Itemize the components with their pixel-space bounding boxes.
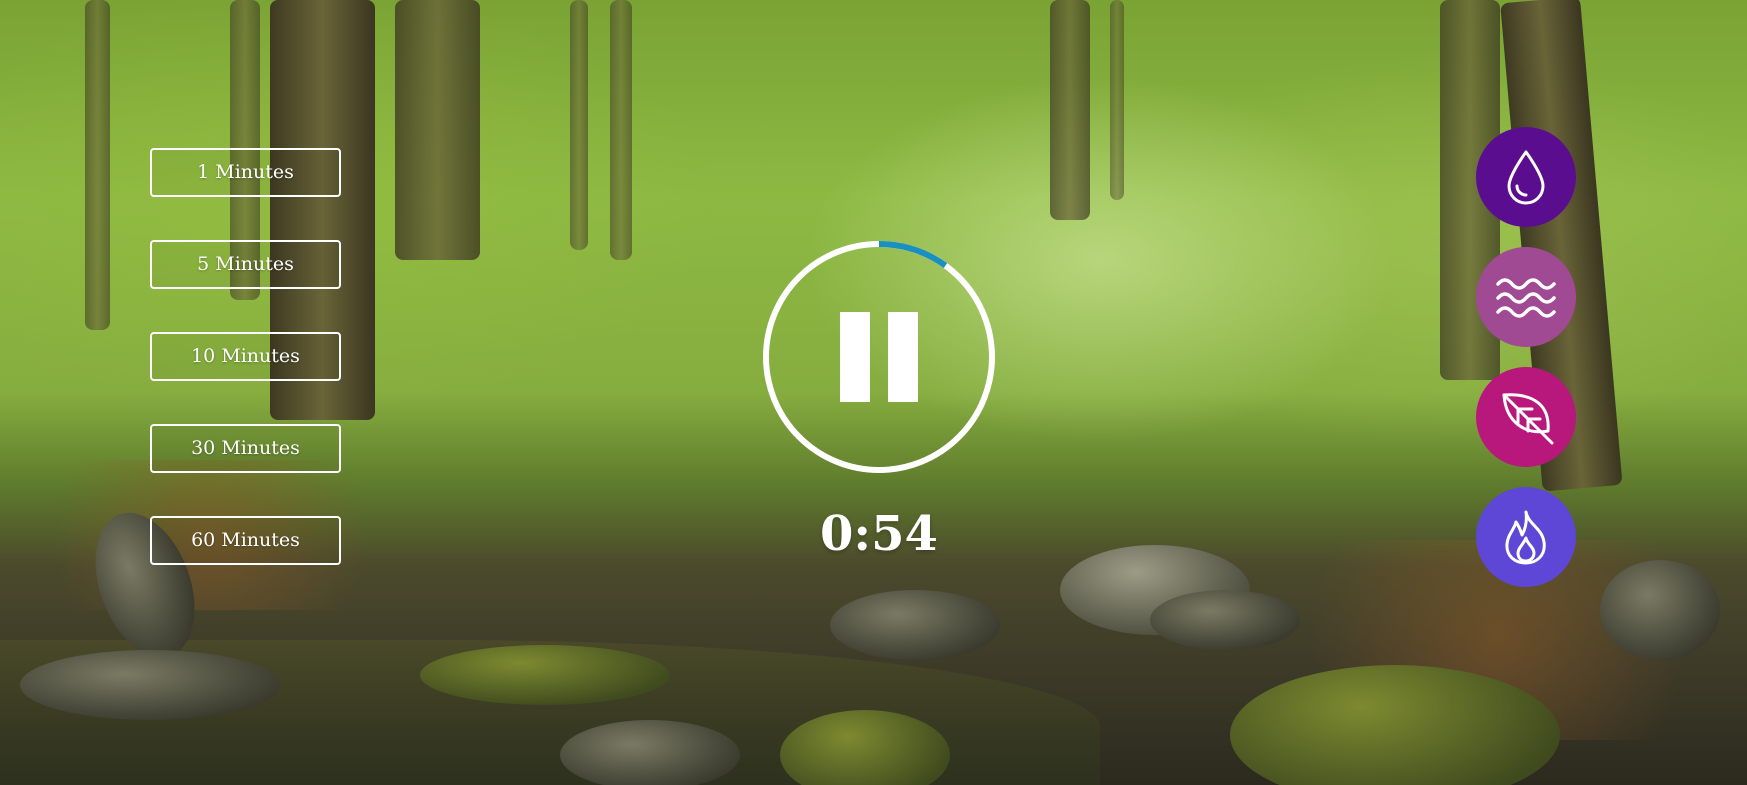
rock — [20, 650, 280, 720]
progress-track — [763, 241, 995, 473]
tree-trunk — [1110, 0, 1124, 200]
sound-list — [1476, 127, 1576, 607]
play-pause-button[interactable] — [761, 239, 997, 475]
rock — [1150, 590, 1300, 650]
duration-30-minutes-button[interactable]: 30 Minutes — [150, 424, 341, 473]
tree-trunk — [570, 0, 588, 250]
rock — [560, 720, 740, 785]
leaf-icon — [1502, 393, 1554, 445]
fire-sound-button[interactable] — [1476, 487, 1576, 587]
duration-10-minutes-button[interactable]: 10 Minutes — [150, 332, 341, 381]
duration-60-minutes-button[interactable]: 60 Minutes — [150, 516, 341, 565]
tree-trunk — [395, 0, 480, 260]
duration-5-minutes-button[interactable]: 5 Minutes — [150, 240, 341, 289]
pause-icon-left-bar — [840, 312, 870, 402]
tree-trunk — [85, 0, 110, 330]
waves-sound-button[interactable] — [1476, 247, 1576, 347]
progress-ring — [763, 241, 995, 473]
rock — [830, 590, 1000, 660]
rain-sound-button[interactable] — [1476, 127, 1576, 227]
pause-icon-right-bar — [888, 312, 918, 402]
tree-trunk — [610, 0, 632, 260]
water-drop-icon — [1507, 150, 1545, 205]
flame-icon — [1505, 510, 1546, 565]
rock — [420, 645, 670, 705]
tree-trunk — [1050, 0, 1090, 220]
duration-list: 1 Minutes 5 Minutes 10 Minutes 30 Minute… — [150, 148, 341, 608]
forest-sound-button[interactable] — [1476, 367, 1576, 467]
waves-icon — [1496, 278, 1556, 318]
duration-1-minute-button[interactable]: 1 Minutes — [150, 148, 341, 197]
rock — [1600, 560, 1720, 660]
countdown-timer: 0:54 — [820, 506, 938, 562]
